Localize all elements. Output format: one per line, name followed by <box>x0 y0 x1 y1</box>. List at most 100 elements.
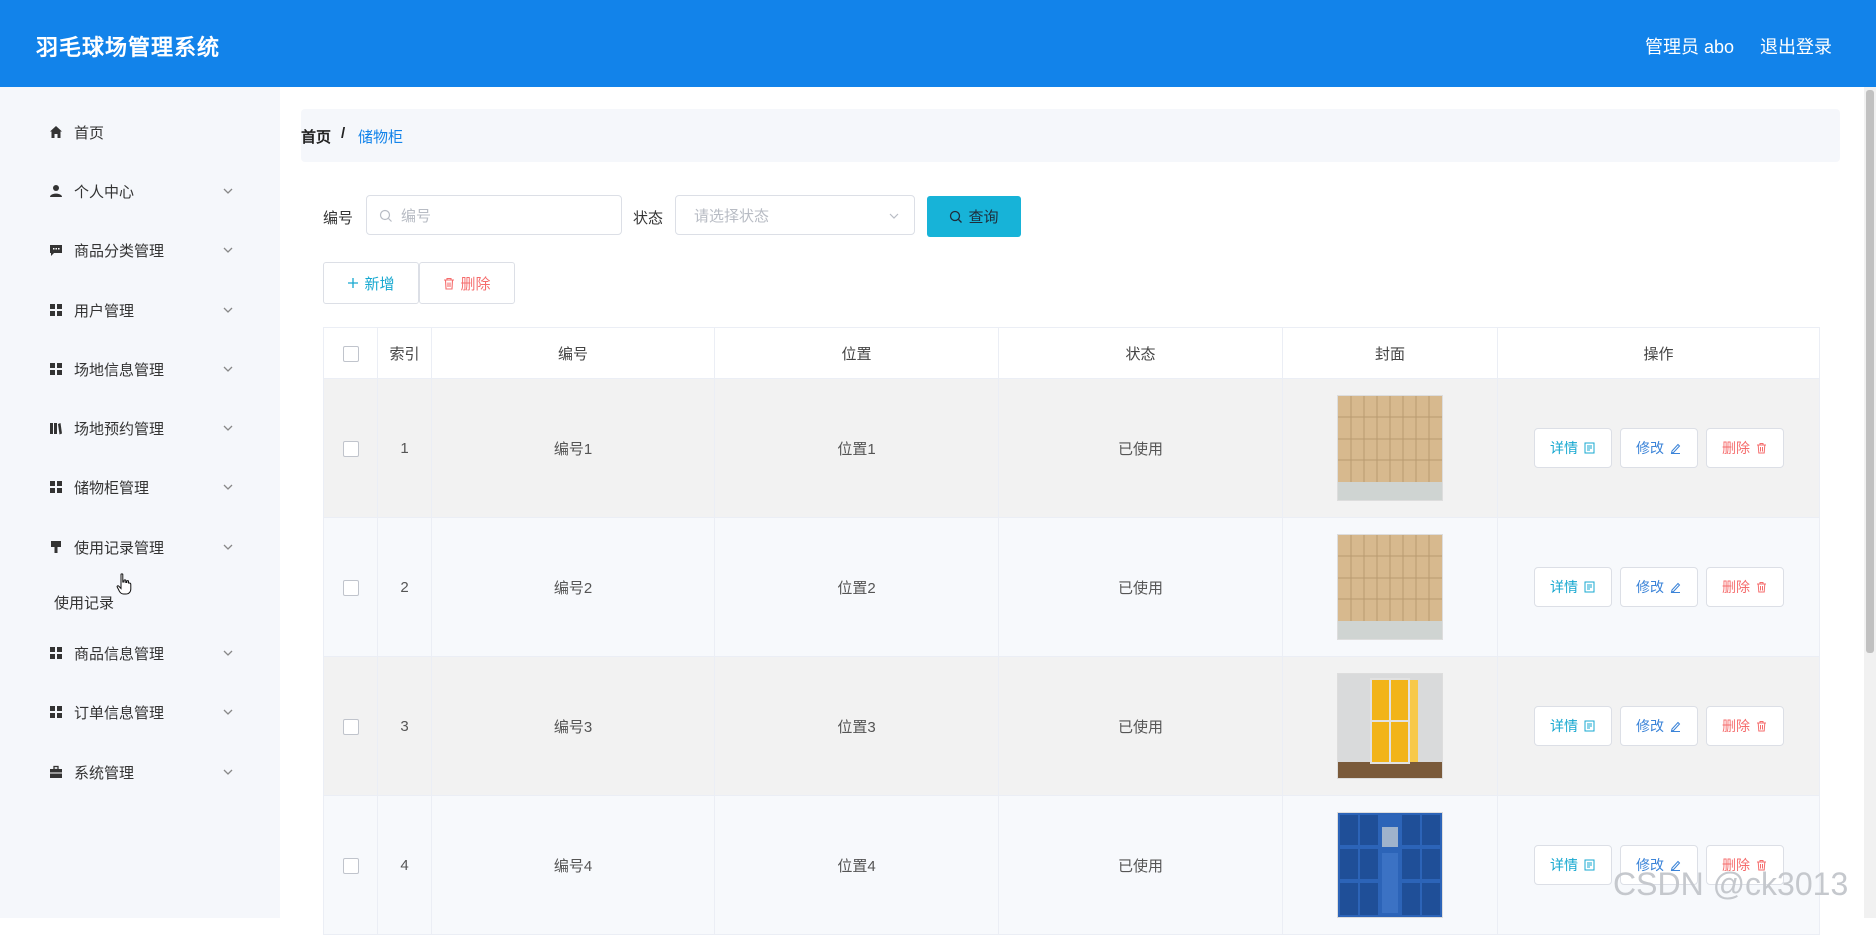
column-header: 封面 <box>1282 327 1498 379</box>
sidebar-item-goods[interactable]: 商品信息管理 <box>0 633 280 673</box>
table-header-row: 索引 编号 位置 状态 封面 操作 <box>323 327 1820 379</box>
row-checkbox[interactable] <box>342 857 359 874</box>
chat-icon <box>48 242 64 258</box>
sidebar-item-label: 首页 <box>74 124 105 142</box>
sidebar-item-venue[interactable]: 场地信息管理 <box>0 349 280 389</box>
grid-icon <box>48 645 64 661</box>
cover-cell <box>1282 795 1498 935</box>
chevron-down-icon <box>223 650 233 656</box>
add-button[interactable]: 新增 <box>323 262 419 304</box>
page-scrollbar[interactable] <box>1864 87 1876 918</box>
column-header: 操作 <box>1497 327 1820 379</box>
row-checkbox[interactable] <box>342 440 359 457</box>
home-icon <box>48 124 64 140</box>
edit-button-label: 修改 <box>1636 718 1664 734</box>
sidebar-subitem-usage-record[interactable]: 使用记录 <box>54 592 114 613</box>
status-select[interactable] <box>675 195 915 236</box>
row-delete-button-label: 删除 <box>1722 579 1750 595</box>
edit-button[interactable]: 修改 <box>1619 706 1698 746</box>
row-delete-button[interactable]: 删除 <box>1705 567 1784 607</box>
table-row: 4 编号4 位置4 已使用 详情 修改 删除 <box>323 795 1820 935</box>
table-row: 2 编号2 位置2 已使用 详情 修改 删除 <box>323 517 1820 657</box>
edit-button-label: 修改 <box>1636 579 1664 595</box>
trash-icon <box>1757 443 1766 454</box>
detail-button-label: 详情 <box>1550 857 1578 873</box>
detail-button[interactable]: 详情 <box>1533 706 1612 746</box>
number-input[interactable] <box>399 196 617 236</box>
row-delete-button[interactable]: 删除 <box>1705 428 1784 468</box>
cover-cell <box>1282 656 1498 796</box>
row-checkbox[interactable] <box>342 579 359 596</box>
column-header: 位置 <box>714 327 999 379</box>
logout-link[interactable]: 退出登录 <box>1760 33 1832 59</box>
scrollbar-thumb[interactable] <box>1866 90 1874 653</box>
sidebar-item-orders[interactable]: 订单信息管理 <box>0 692 280 732</box>
chevron-down-icon <box>223 425 233 431</box>
sidebar-item-booking[interactable]: 场地预约管理 <box>0 408 280 448</box>
edit-icon <box>1670 582 1681 593</box>
trash-icon <box>1757 582 1766 593</box>
chevron-down-icon <box>223 188 233 194</box>
watermark: CSDN @ck3013 <box>1613 866 1849 902</box>
status-select-input[interactable] <box>692 196 894 236</box>
edit-button[interactable]: 修改 <box>1619 567 1698 607</box>
detail-button[interactable]: 详情 <box>1533 845 1612 885</box>
cover-image[interactable] <box>1337 812 1443 918</box>
select-all-checkbox[interactable] <box>342 345 359 362</box>
edit-button[interactable]: 修改 <box>1619 428 1698 468</box>
sidebar-item-label: 使用记录管理 <box>74 539 165 557</box>
row-select-cell <box>323 517 378 657</box>
sidebar-item-category[interactable]: 商品分类管理 <box>0 230 280 270</box>
sidebar-item-users[interactable]: 用户管理 <box>0 290 280 330</box>
breadcrumb-separator: / <box>341 125 346 142</box>
chevron-down-icon <box>223 544 233 550</box>
status-cell: 已使用 <box>998 378 1283 518</box>
document-icon <box>1584 859 1595 871</box>
app-title: 羽毛球场管理系统 <box>36 35 221 60</box>
table-row: 1 编号1 位置1 已使用 详情 修改 删除 <box>323 378 1820 518</box>
detail-button-label: 详情 <box>1550 579 1578 595</box>
cover-image[interactable] <box>1337 395 1443 501</box>
sidebar-item-label: 商品信息管理 <box>74 645 165 663</box>
table-row: 3 编号3 位置3 已使用 详情 修改 删除 <box>323 656 1820 796</box>
row-select-cell <box>323 378 378 518</box>
search-icon <box>950 210 963 223</box>
status-cell: 已使用 <box>998 517 1283 657</box>
sidebar-item-home[interactable]: 首页 <box>0 112 280 152</box>
status-cell: 已使用 <box>998 795 1283 935</box>
query-button[interactable]: 查询 <box>927 196 1021 237</box>
sidebar-item-system[interactable]: 系统管理 <box>0 752 280 792</box>
row-checkbox[interactable] <box>342 718 359 735</box>
sidebar-item-personal[interactable]: 个人中心 <box>0 171 280 211</box>
column-header: 状态 <box>998 327 1283 379</box>
plus-icon <box>348 278 359 288</box>
column-header: 编号 <box>431 327 715 379</box>
detail-button[interactable]: 详情 <box>1533 567 1612 607</box>
hand-cursor-icon <box>116 573 132 595</box>
cover-image[interactable] <box>1337 673 1443 779</box>
index-cell: 1 <box>377 378 432 518</box>
user-icon <box>48 183 64 199</box>
sidebar-item-usage[interactable]: 使用记录管理 <box>0 527 280 567</box>
locker-table: 索引 编号 位置 状态 封面 操作 1 编号1 位置1 已使用 详情 修改 删除… <box>323 327 1820 935</box>
column-header: 索引 <box>377 327 432 379</box>
detail-button[interactable]: 详情 <box>1533 428 1612 468</box>
delete-button[interactable]: 删除 <box>419 262 515 304</box>
sidebar-item-label: 个人中心 <box>74 183 135 201</box>
cover-image[interactable] <box>1337 534 1443 640</box>
sidebar-item-locker[interactable]: 储物柜管理 <box>0 467 280 507</box>
row-select-cell <box>323 795 378 935</box>
breadcrumb-home[interactable]: 首页 <box>301 126 331 147</box>
number-cell: 编号2 <box>431 517 715 657</box>
chevron-down-icon <box>223 484 233 490</box>
index-cell: 3 <box>377 656 432 796</box>
sidebar-item-label: 储物柜管理 <box>74 479 150 497</box>
status-cell: 已使用 <box>998 656 1283 796</box>
search-icon <box>379 209 392 222</box>
operations-cell: 详情 修改 删除 <box>1497 656 1820 796</box>
row-delete-button[interactable]: 删除 <box>1705 706 1784 746</box>
operations-cell: 详情 修改 删除 <box>1497 378 1820 518</box>
cover-cell <box>1282 517 1498 657</box>
location-cell: 位置2 <box>714 517 999 657</box>
document-icon <box>1584 720 1595 732</box>
